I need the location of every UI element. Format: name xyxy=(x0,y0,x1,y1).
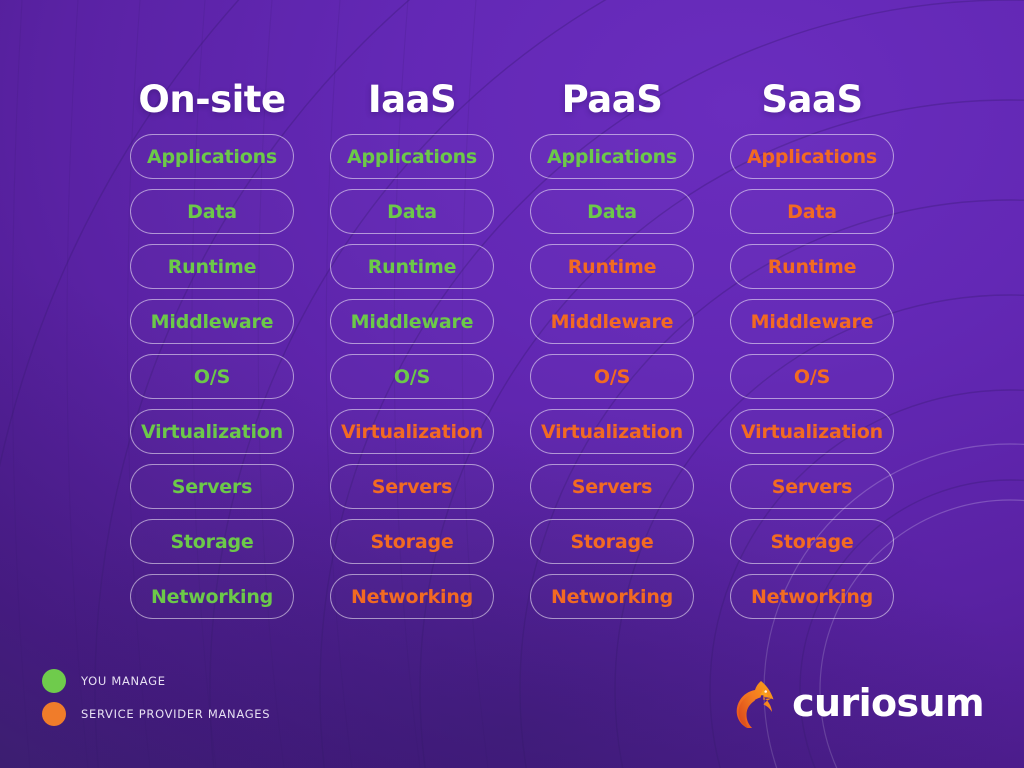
layer-list: Applications Data Runtime Middleware O/S Virt… xyxy=(330,134,494,619)
layer-pill: O/S xyxy=(130,354,294,399)
layer-pill: O/S xyxy=(330,354,494,399)
layer-pill: Networking xyxy=(530,574,694,619)
layer-pill: Virtualization xyxy=(730,409,894,454)
layer-pill: Storage xyxy=(730,519,894,564)
legend-dot-provider xyxy=(42,702,66,726)
layer-pill: Networking xyxy=(730,574,894,619)
layer-pill: O/S xyxy=(730,354,894,399)
layer-pill: Networking xyxy=(130,574,294,619)
legend-item: SERVICE PROVIDER MANAGES xyxy=(42,702,270,726)
column-title: PaaS xyxy=(561,77,663,121)
layer-pill: Applications xyxy=(130,134,294,179)
column-iaas: IaaS Applications Data Runtime Middleware O/S… xyxy=(330,66,494,619)
service-model-columns: On-site Applications Data Runtime Middleware… xyxy=(0,66,1024,619)
layer-pill: Middleware xyxy=(130,299,294,344)
layer-pill: Data xyxy=(330,189,494,234)
layer-list: Applications Data Runtime Middleware O/S Virt… xyxy=(730,134,894,619)
legend-dot-you xyxy=(42,669,66,693)
layer-pill: Servers xyxy=(530,464,694,509)
layer-pill: Servers xyxy=(130,464,294,509)
layer-pill: Runtime xyxy=(530,244,694,289)
legend-label: SERVICE PROVIDER MANAGES xyxy=(81,707,271,721)
layer-pill: Storage xyxy=(330,519,494,564)
legend-item: YOU MANAGE xyxy=(42,669,270,693)
layer-pill: Applications xyxy=(530,134,694,179)
brand-logo: curiosum xyxy=(730,678,985,728)
layer-pill: Runtime xyxy=(730,244,894,289)
layer-pill: Servers xyxy=(330,464,494,509)
logo-wordmark: curiosum xyxy=(792,681,985,725)
layer-pill: Data xyxy=(530,189,694,234)
layer-pill: Runtime xyxy=(330,244,494,289)
column-paas: PaaS Applications Data Runtime Middleware O/S… xyxy=(530,66,694,619)
column-saas: SaaS Applications Data Runtime Middleware O/S… xyxy=(730,66,894,619)
phoenix-icon xyxy=(736,681,774,728)
column-title: SaaS xyxy=(761,77,863,121)
layer-pill: Data xyxy=(730,189,894,234)
layer-pill: Storage xyxy=(530,519,694,564)
column-title: On-site xyxy=(138,77,286,121)
layer-list: Applications Data Runtime Middleware O/S Virt… xyxy=(130,134,294,619)
legend-label: YOU MANAGE xyxy=(81,674,166,688)
layer-pill: Middleware xyxy=(330,299,494,344)
column-on-site: On-site Applications Data Runtime Middleware… xyxy=(130,66,294,619)
layer-pill: Applications xyxy=(730,134,894,179)
layer-pill: Middleware xyxy=(530,299,694,344)
layer-list: Applications Data Runtime Middleware O/S Virt… xyxy=(530,134,694,619)
layer-pill: Networking xyxy=(330,574,494,619)
legend: YOU MANAGE SERVICE PROVIDER MANAGES xyxy=(42,669,270,726)
layer-pill: Applications xyxy=(330,134,494,179)
layer-pill: Runtime xyxy=(130,244,294,289)
layer-pill: Virtualization xyxy=(130,409,294,454)
layer-pill: Storage xyxy=(130,519,294,564)
diagram-stage: On-site Applications Data Runtime Middleware… xyxy=(0,0,1024,768)
layer-pill: Virtualization xyxy=(330,409,494,454)
layer-pill: O/S xyxy=(530,354,694,399)
layer-pill: Virtualization xyxy=(530,409,694,454)
column-title: IaaS xyxy=(367,77,457,121)
layer-pill: Middleware xyxy=(730,299,894,344)
layer-pill: Data xyxy=(130,189,294,234)
layer-pill: Servers xyxy=(730,464,894,509)
